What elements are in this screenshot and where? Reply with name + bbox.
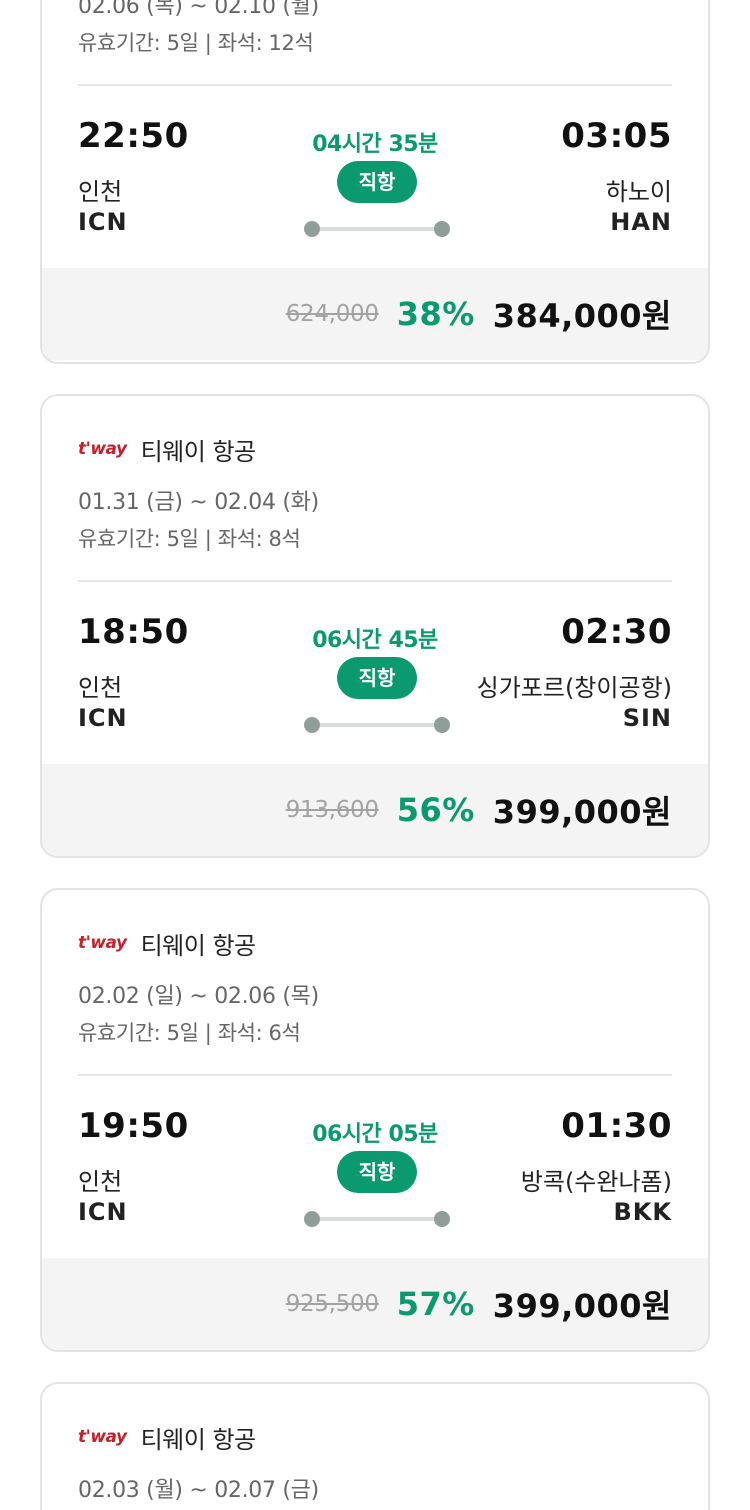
arrival-time: 01:30 <box>561 1106 672 1146</box>
final-price: 399,000원 <box>492 793 672 831</box>
airline-name: 티웨이 항공 <box>140 931 257 960</box>
route-line-icon <box>304 1211 450 1227</box>
departure-city: 인천 <box>78 1168 123 1196</box>
flight-card[interactable]: t'way 티웨이 항공 02.03 (월) ~ 02.07 (금) <box>40 1382 710 1510</box>
discount-rate: 38% <box>396 295 475 333</box>
divider <box>78 84 672 86</box>
tway-logo-icon: t'way <box>78 439 127 459</box>
final-price: 384,000원 <box>492 297 672 335</box>
airline-name: 티웨이 항공 <box>140 437 257 466</box>
travel-dates: 02.03 (월) ~ 02.07 (금) <box>78 1478 319 1503</box>
price-section: 925,500 57% 399,000원 <box>42 1258 708 1350</box>
tway-logo-icon: t'way <box>78 1427 127 1447</box>
flight-card[interactable]: t'way 티웨이 항공 02.02 (일) ~ 02.06 (목) 유효기간:… <box>40 888 710 1352</box>
departure-code: ICN <box>78 1198 128 1226</box>
departure-city: 인천 <box>78 178 123 206</box>
flight-card[interactable]: t'way 티웨이 항공 01.31 (금) ~ 02.04 (화) 유효기간:… <box>40 394 710 858</box>
arrival-city: 하노이 <box>605 178 672 206</box>
divider <box>78 1074 672 1076</box>
travel-dates: 02.06 (목) ~ 02.10 (월) <box>78 0 319 19</box>
price-section: 913,600 56% 399,000원 <box>42 764 708 856</box>
direct-flight-badge: 직항 <box>337 161 417 203</box>
validity-seats: 유효기간: 5일 | 좌석: 6석 <box>78 1021 301 1045</box>
arrival-city: 싱가포르(창이공항) <box>476 674 672 702</box>
arrival-time: 02:30 <box>561 612 672 652</box>
departure-code: ICN <box>78 704 128 732</box>
departure-city: 인천 <box>78 674 123 702</box>
divider <box>78 580 672 582</box>
travel-dates: 02.02 (일) ~ 02.06 (목) <box>78 984 319 1009</box>
route-line-icon <box>304 717 450 733</box>
flight-card[interactable]: 02.06 (목) ~ 02.10 (월) 유효기간: 5일 | 좌석: 12석… <box>40 0 710 364</box>
price-section: 624,000 38% 384,000원 <box>42 268 708 360</box>
direct-flight-badge: 직항 <box>337 657 417 699</box>
discount-rate: 57% <box>396 1285 475 1323</box>
validity-seats: 유효기간: 5일 | 좌석: 8석 <box>78 527 301 551</box>
validity-seats: 유효기간: 5일 | 좌석: 12석 <box>78 31 314 55</box>
route-line-icon <box>304 221 450 237</box>
direct-flight-badge: 직항 <box>337 1151 417 1193</box>
arrival-time: 03:05 <box>561 116 672 156</box>
discount-rate: 56% <box>396 791 475 829</box>
arrival-code: HAN <box>610 208 672 236</box>
tway-logo-icon: t'way <box>78 933 127 953</box>
airline-info: t'way 티웨이 항공 <box>78 1422 257 1454</box>
arrival-code: SIN <box>622 704 672 732</box>
departure-code: ICN <box>78 208 128 236</box>
original-price: 624,000 <box>285 301 379 327</box>
arrival-city: 방콕(수완나폼) <box>520 1168 672 1196</box>
airline-name: 티웨이 항공 <box>140 1425 257 1454</box>
original-price: 925,500 <box>285 1291 379 1317</box>
original-price: 913,600 <box>285 797 379 823</box>
airline-info: t'way 티웨이 항공 <box>78 928 257 960</box>
arrival-code: BKK <box>613 1198 672 1226</box>
final-price: 399,000원 <box>492 1287 672 1325</box>
travel-dates: 01.31 (금) ~ 02.04 (화) <box>78 490 319 515</box>
airline-info: t'way 티웨이 항공 <box>78 434 257 466</box>
